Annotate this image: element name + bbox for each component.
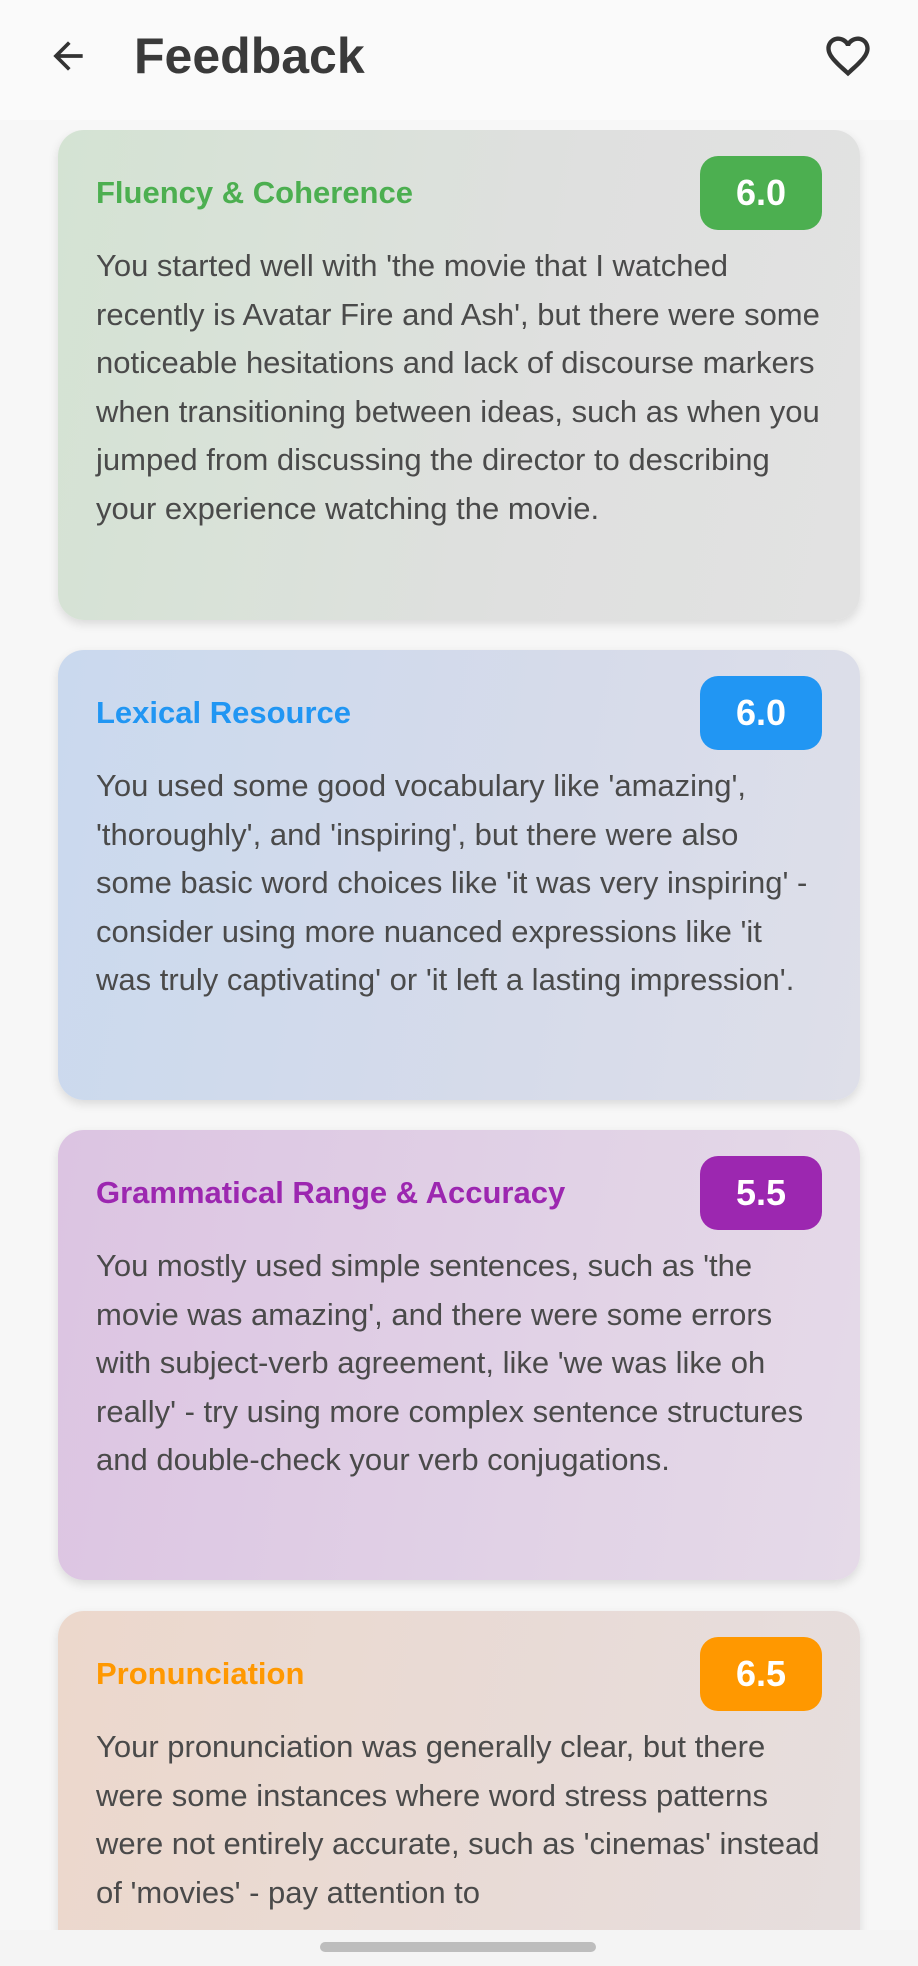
feedback-list[interactable]: Fluency & Coherence 6.0 You started well… bbox=[0, 130, 918, 1930]
home-indicator[interactable] bbox=[320, 1942, 596, 1952]
card-feedback-text: You used some good vocabulary like 'amaz… bbox=[96, 768, 808, 997]
back-button[interactable] bbox=[38, 26, 98, 86]
card-feedback-text: Your pronunciation was generally clear, … bbox=[96, 1729, 820, 1910]
heart-outline-icon bbox=[826, 36, 870, 77]
score-badge: 6.5 bbox=[700, 1637, 822, 1711]
score-badge: 6.0 bbox=[700, 156, 822, 230]
card-title: Lexical Resource bbox=[96, 695, 352, 730]
page-title: Feedback bbox=[134, 28, 365, 84]
favorite-button[interactable] bbox=[816, 26, 880, 86]
card-feedback-text: You started well with 'the movie that I … bbox=[96, 248, 820, 526]
card-title: Grammatical Range & Accuracy bbox=[96, 1175, 566, 1210]
card-title: Pronunciation bbox=[96, 1656, 305, 1691]
card-feedback-text: You mostly used simple sentences, such a… bbox=[96, 1248, 804, 1477]
score-badge: 6.0 bbox=[700, 676, 822, 750]
feedback-card-fluency: Fluency & Coherence 6.0 You started well… bbox=[58, 130, 860, 620]
arrow-left-icon bbox=[53, 41, 83, 71]
feedback-card-pronunciation: Pronunciation 6.5 Your pronunciation was… bbox=[58, 1611, 860, 1930]
feedback-card-grammar: Grammatical Range & Accuracy 5.5 You mos… bbox=[58, 1130, 860, 1580]
score-badge: 5.5 bbox=[700, 1156, 822, 1230]
card-title: Fluency & Coherence bbox=[96, 175, 413, 210]
feedback-card-lexical: Lexical Resource 6.0 You used some good … bbox=[58, 650, 860, 1100]
app-bar: Feedback bbox=[0, 0, 918, 120]
